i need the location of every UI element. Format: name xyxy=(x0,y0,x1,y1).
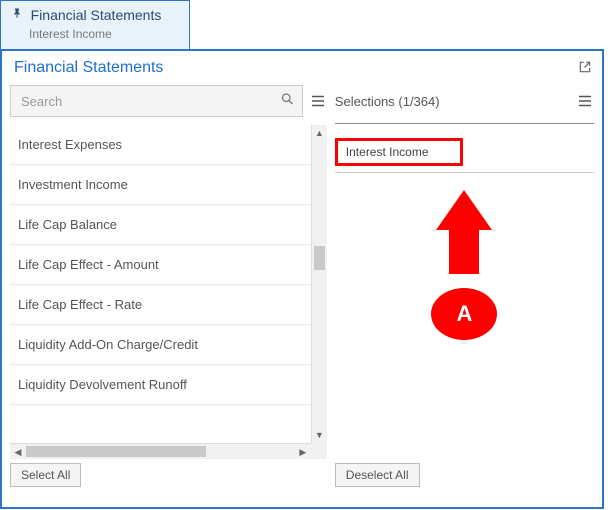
list-item[interactable]: Liquidity Add-On Charge/Credit xyxy=(10,325,311,365)
available-header xyxy=(10,83,327,119)
scroll-right-icon[interactable]: ▶ xyxy=(295,444,311,459)
selected-item-label: Interest Income xyxy=(346,145,429,159)
list-item[interactable]: Life Cap Balance xyxy=(10,205,311,245)
list-item[interactable]: Interest Expenses xyxy=(10,125,311,165)
search-input[interactable] xyxy=(10,85,303,117)
scroll-left-icon[interactable]: ◀ xyxy=(10,444,26,459)
selections-column: Selections (1/364) Interest Income A xyxy=(335,83,594,495)
selected-item-highlight[interactable]: Interest Income xyxy=(335,138,463,166)
horizontal-scrollbar[interactable]: ◀ ▶ xyxy=(10,443,311,459)
tab-subtitle: Interest Income xyxy=(29,27,175,41)
scroll-thumb-horizontal[interactable] xyxy=(26,446,206,457)
available-column: Interest Expenses Investment Income Life… xyxy=(10,83,327,495)
selection-panel: Financial Statements Interest E xyxy=(0,49,604,509)
panel-body: Interest Expenses Investment Income Life… xyxy=(2,83,602,503)
list-item[interactable]: Investment Income xyxy=(10,165,311,205)
selections-divider xyxy=(335,123,594,124)
active-tab[interactable]: Financial Statements Interest Income xyxy=(0,0,190,49)
available-list: Interest Expenses Investment Income Life… xyxy=(10,125,311,443)
popout-icon[interactable] xyxy=(578,60,592,77)
selections-footer: Deselect All xyxy=(335,463,594,495)
list-item[interactable]: Life Cap Effect - Amount xyxy=(10,245,311,285)
scroll-thumb[interactable] xyxy=(314,246,325,270)
select-all-button[interactable]: Select All xyxy=(10,463,81,487)
annotation-arrow-icon xyxy=(436,190,492,274)
scroll-up-icon[interactable]: ▲ xyxy=(312,125,327,141)
selections-menu-icon[interactable] xyxy=(576,92,594,110)
tab-title: Financial Statements xyxy=(31,7,162,23)
available-menu-icon[interactable] xyxy=(309,92,327,110)
selection-row-divider xyxy=(335,172,594,173)
panel-header: Financial Statements xyxy=(2,51,602,83)
deselect-all-button[interactable]: Deselect All xyxy=(335,463,420,487)
selections-count-label: Selections (1/364) xyxy=(335,94,570,109)
list-item[interactable]: Liquidity Devolvement Runoff xyxy=(10,365,311,405)
list-item[interactable]: Life Cap Effect - Rate xyxy=(10,285,311,325)
annotation-badge: A xyxy=(431,288,497,340)
annotation-label: A xyxy=(456,301,472,327)
scroll-corner xyxy=(311,443,327,459)
vertical-scrollbar[interactable]: ▲ ▼ xyxy=(311,125,327,443)
search-wrap xyxy=(10,85,303,117)
scroll-down-icon[interactable]: ▼ xyxy=(312,427,327,443)
available-footer: Select All xyxy=(10,463,327,495)
available-list-wrap: Interest Expenses Investment Income Life… xyxy=(10,125,327,459)
selections-list: Interest Income A xyxy=(335,138,594,459)
selections-header: Selections (1/364) xyxy=(335,83,594,119)
panel-title: Financial Statements xyxy=(14,59,163,77)
pin-icon xyxy=(11,7,23,22)
